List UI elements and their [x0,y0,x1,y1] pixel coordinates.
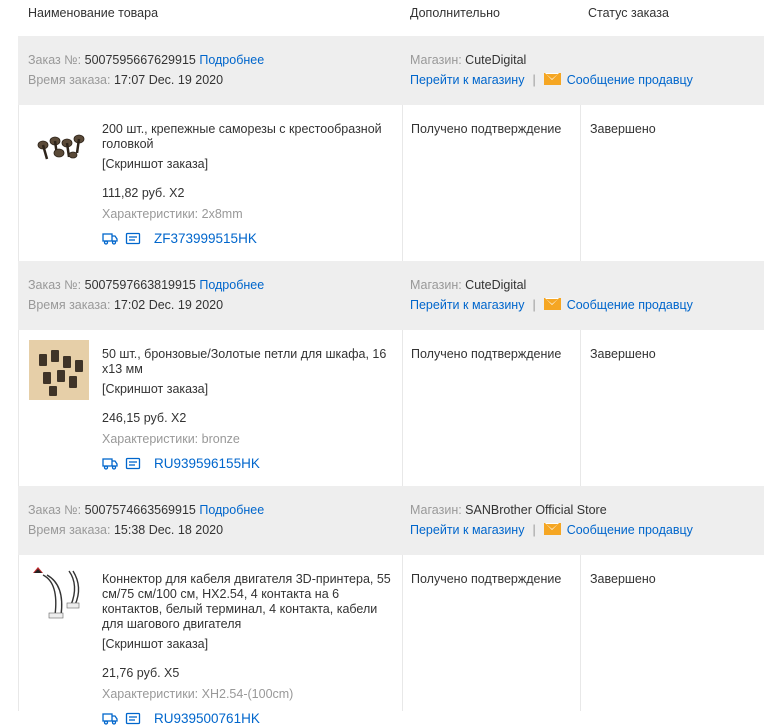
store-actions: Перейти к магазину | Сообщение продавцу [410,73,693,87]
column-header: Наименование товара Дополнительно Статус… [0,0,764,36]
go-to-store-link[interactable]: Перейти к магазину [410,298,524,312]
column-order-status: Статус заказа [588,6,669,20]
shipping-info-icon[interactable] [125,457,141,470]
order-number: 5007574663569915 [84,503,196,517]
store-name: CuteDigital [465,53,527,67]
store-line: Магазин: CuteDigital [410,278,527,292]
product-spec: Характеристики: XH2.54-(100cm) [102,687,294,701]
store-name: SANBrother Official Store [465,503,607,517]
order-number-line: Заказ №: 5007574663569915 Подробнее [28,503,265,517]
store-line: Магазин: CuteDigital [410,53,527,67]
screws-thumbnail[interactable] [29,115,89,175]
go-to-store-link[interactable]: Перейти к магазину [410,73,524,87]
order-snapshot-link[interactable]: [Скриншот заказа] [102,637,392,652]
product-price: 111,82 руб. X2 [102,186,185,200]
order-time: 15:38 Dec. 18 2020 [113,523,224,537]
order-time-line: Время заказа: 15:38 Dec. 18 2020 [28,523,224,537]
mail-icon[interactable] [543,523,561,535]
store-name: CuteDigital [465,278,527,292]
order-header: Заказ №: 5007597663819915 Подробнее Врем… [18,261,764,330]
order-time-line: Время заказа: 17:02 Dec. 19 2020 [28,298,224,312]
order-details-link[interactable]: Подробнее [199,53,264,67]
product-title[interactable]: 200 шт., крепежные саморезы с крестообра… [102,122,392,152]
column-additional: Дополнительно [410,6,500,20]
tracking-number[interactable]: RU939500761HK [154,711,260,725]
tracking-row: RU939500761HK [102,711,392,725]
tracking-number[interactable]: ZF373999515HK [154,231,257,246]
message-seller-link[interactable]: Сообщение продавцу [567,523,693,537]
message-seller-link[interactable]: Сообщение продавцу [567,298,693,312]
product-price: 246,15 руб. X2 [102,411,187,425]
order-time: 17:02 Dec. 19 2020 [113,298,224,312]
tracking-row: RU939596155HK [102,456,392,471]
extra-info: Получено подтверждение [411,572,562,586]
order-status: Завершено [590,572,656,586]
product-spec: Характеристики: bronze [102,432,240,446]
hinges-thumbnail[interactable] [29,340,89,400]
mail-icon[interactable] [543,73,561,85]
order-snapshot-link[interactable]: [Скриншот заказа] [102,157,392,172]
delivery-truck-icon[interactable] [102,712,118,725]
order-number-line: Заказ №: 5007595667629915 Подробнее [28,53,265,67]
order-number: 5007597663819915 [84,278,196,292]
tracking-number[interactable]: RU939596155HK [154,456,260,471]
delivery-truck-icon[interactable] [102,457,118,470]
mail-icon[interactable] [543,298,561,310]
tracking-row: ZF373999515HK [102,231,392,246]
order-body: 50 шт., бронзовые/Золотые петли для шкаф… [18,330,764,486]
delivery-truck-icon[interactable] [102,232,118,245]
order-time: 17:07 Dec. 19 2020 [113,73,224,87]
cable-thumbnail[interactable] [29,565,89,625]
store-actions: Перейти к магазину | Сообщение продавцу [410,523,693,537]
message-seller-link[interactable]: Сообщение продавцу [567,73,693,87]
order-header: Заказ №: 5007595667629915 Подробнее Врем… [18,36,764,105]
product-info: 200 шт., крепежные саморезы с крестообра… [102,122,392,246]
store-line: Магазин: SANBrother Official Store [410,503,607,517]
product-spec: Характеристики: 2x8mm [102,207,243,221]
order-status: Завершено [590,122,656,136]
order-details-link[interactable]: Подробнее [199,503,264,517]
product-title[interactable]: Коннектор для кабеля двигателя 3D-принте… [102,572,392,632]
order-status: Завершено [590,347,656,361]
order-snapshot-link[interactable]: [Скриншот заказа] [102,382,392,397]
order-number-line: Заказ №: 5007597663819915 Подробнее [28,278,265,292]
column-product-name: Наименование товара [28,6,159,20]
extra-info: Получено подтверждение [411,122,562,136]
shipping-info-icon[interactable] [125,712,141,725]
product-title[interactable]: 50 шт., бронзовые/Золотые петли для шкаф… [102,347,392,377]
shipping-info-icon[interactable] [125,232,141,245]
extra-info: Получено подтверждение [411,347,562,361]
order-header: Заказ №: 5007574663569915 Подробнее Врем… [18,486,764,555]
go-to-store-link[interactable]: Перейти к магазину [410,523,524,537]
order-details-link[interactable]: Подробнее [199,278,264,292]
order-time-line: Время заказа: 17:07 Dec. 19 2020 [28,73,224,87]
order-body: 200 шт., крепежные саморезы с крестообра… [18,105,764,261]
order-number: 5007595667629915 [84,53,196,67]
store-actions: Перейти к магазину | Сообщение продавцу [410,298,693,312]
product-price: 21,76 руб. X5 [102,666,180,680]
product-info: Коннектор для кабеля двигателя 3D-принте… [102,572,392,725]
product-info: 50 шт., бронзовые/Золотые петли для шкаф… [102,347,392,471]
order-body: Коннектор для кабеля двигателя 3D-принте… [18,555,764,725]
